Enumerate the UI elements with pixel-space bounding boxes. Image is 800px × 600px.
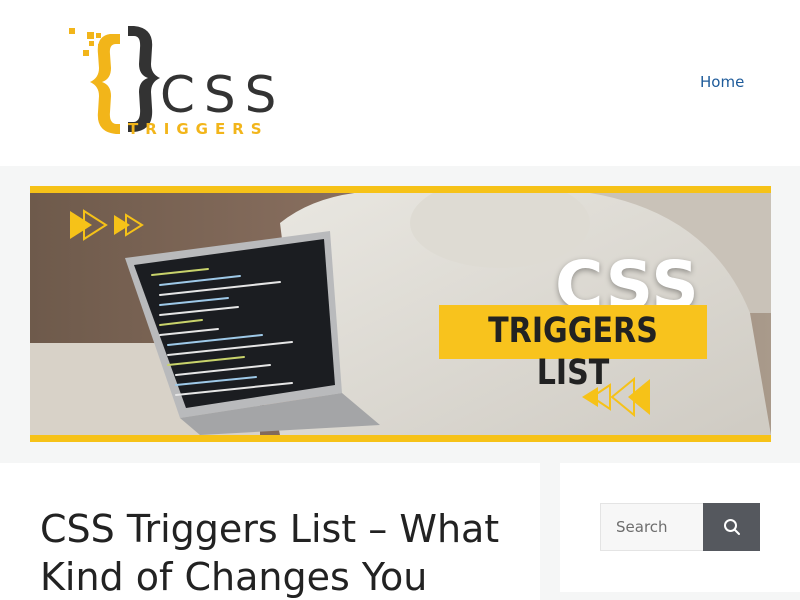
logo-text: CSS bbox=[160, 66, 286, 124]
banner-label: TRIGGERS LIST bbox=[488, 311, 658, 393]
post-title: CSS Triggers List – What Kind of Changes… bbox=[40, 507, 500, 599]
banner-photo: CSS TRIGGERS LIST bbox=[30, 193, 771, 435]
site-header: CSS TRIGGERS Home bbox=[0, 0, 800, 166]
nav-item-home[interactable]: Home bbox=[700, 75, 744, 90]
search-button[interactable] bbox=[703, 503, 760, 551]
search-input[interactable] bbox=[600, 503, 704, 551]
logo-subtext: TRIGGERS bbox=[128, 120, 269, 138]
search-icon bbox=[724, 519, 740, 535]
featured-image: CSS TRIGGERS LIST bbox=[30, 186, 771, 442]
site-logo[interactable]: CSS TRIGGERS bbox=[62, 22, 292, 142]
